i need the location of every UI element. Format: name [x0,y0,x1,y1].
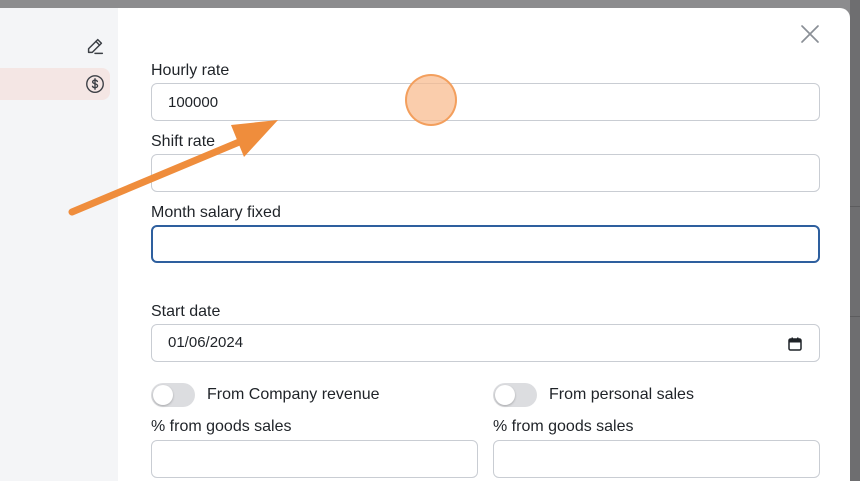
shift-rate-label: Shift rate [151,133,216,150]
start-date-value: 01/06/2024 [168,334,244,351]
goods-sales-label-left: % from goods sales [151,418,292,435]
sidebar-item-salary[interactable] [0,68,110,100]
goods-sales-label-right: % from goods sales [493,418,634,435]
personal-sales-label: From personal sales [549,386,694,403]
sidebar-item-edit[interactable] [0,30,110,62]
shift-rate-input[interactable] [151,154,820,192]
calendar-icon[interactable] [788,337,802,351]
company-revenue-label: From Company revenue [207,386,380,403]
backdrop [850,0,860,481]
hourly-rate-label: Hourly rate [151,62,230,79]
goods-sales-input-left[interactable] [151,440,478,478]
company-revenue-toggle[interactable] [151,383,195,407]
goods-sales-input-right[interactable] [493,440,820,478]
click-indicator [405,74,457,126]
toggle-knob [495,385,515,405]
personal-sales-toggle[interactable] [493,383,537,407]
start-date-input[interactable]: 01/06/2024 [151,324,820,362]
month-salary-label: Month salary fixed [151,204,281,221]
hourly-rate-input[interactable] [151,83,820,121]
toggle-knob [153,385,173,405]
start-date-label: Start date [151,303,221,320]
close-icon[interactable] [798,22,822,46]
month-salary-input[interactable] [151,225,820,263]
salary-settings-dialog: Hourly rate Shift rate Month salary fixe… [118,8,850,481]
pencil-icon [87,38,104,55]
dollar-circle-icon [86,75,104,93]
sidebar [0,8,118,481]
